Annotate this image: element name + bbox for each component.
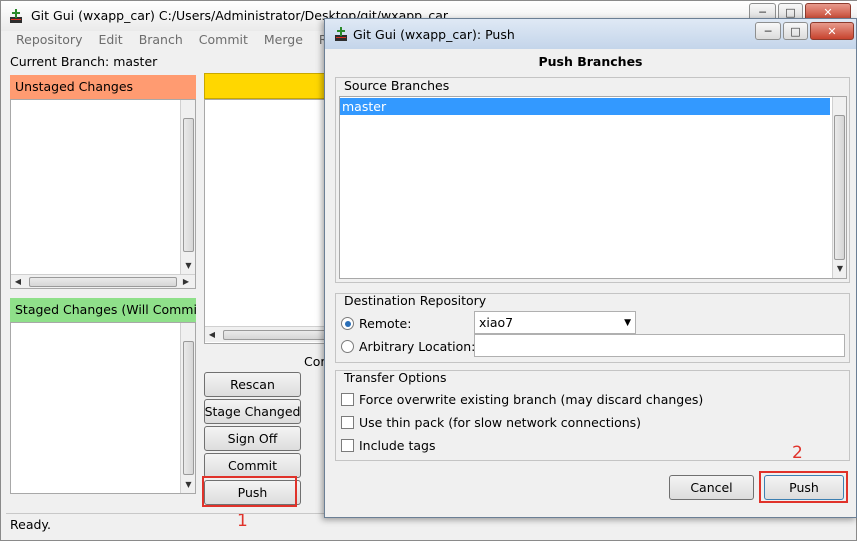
push-branches-heading: Push Branches <box>538 54 643 69</box>
staged-changes-header: Staged Changes (Will Commit) <box>10 298 196 322</box>
dropdown-arrow-icon: ▼ <box>624 317 631 328</box>
arbitrary-location-label: Arbitrary Location: <box>359 339 476 354</box>
scroll-down-arrow-icon[interactable]: ▼ <box>181 479 196 491</box>
unstaged-changes-header: Unstaged Changes <box>10 75 196 99</box>
maximize-icon: □ <box>785 5 796 19</box>
sign-off-button[interactable]: Sign Off <box>204 426 301 451</box>
maximize-icon: □ <box>790 24 801 38</box>
unstaged-vscrollbar[interactable]: ▼ <box>180 100 195 274</box>
close-icon: ✕ <box>827 24 837 38</box>
scroll-left-arrow-icon[interactable]: ◀ <box>207 329 217 341</box>
scroll-left-arrow-icon[interactable]: ◀ <box>13 276 23 288</box>
menu-commit[interactable]: Commit <box>190 32 255 50</box>
destination-repository-label: Destination Repository <box>344 293 487 308</box>
scroll-down-arrow-icon[interactable]: ▼ <box>181 260 196 272</box>
push-dialog: Git Gui (wxapp_car): Push ─ □ ✕ Push Bra… <box>324 18 857 518</box>
annotation-number-2: 2 <box>792 443 803 463</box>
cancel-button[interactable]: Cancel <box>669 475 754 500</box>
dialog-push-highlight <box>759 471 848 503</box>
menu-repository[interactable]: Repository <box>7 32 89 50</box>
unstaged-vscroll-thumb[interactable] <box>183 118 194 252</box>
remote-label: Remote: <box>359 316 412 331</box>
menu-edit[interactable]: Edit <box>89 32 129 50</box>
dialog-close-button[interactable]: ✕ <box>810 22 854 40</box>
minimize-icon: ─ <box>759 5 766 19</box>
thin-pack-label: Use thin pack (for slow network connecti… <box>359 415 642 430</box>
menu-branch[interactable]: Branch <box>130 32 190 50</box>
push-dialog-title: Git Gui (wxapp_car): Push <box>353 27 515 42</box>
dialog-maximize-button[interactable]: □ <box>783 22 808 40</box>
remote-select[interactable]: xiao7 ▼ <box>474 311 636 334</box>
commit-message-label: Cor <box>304 354 326 369</box>
commit-button[interactable]: Commit <box>204 453 301 478</box>
remote-radio[interactable] <box>341 317 354 330</box>
source-branches-list[interactable]: master ▼ <box>339 96 847 279</box>
branches-vscroll-thumb[interactable] <box>834 115 845 260</box>
arbitrary-location-radio[interactable] <box>341 340 354 353</box>
thin-pack-checkbox[interactable] <box>341 416 354 429</box>
diff-hscrollbar[interactable]: ◀ <box>205 326 333 342</box>
staged-vscrollbar[interactable]: ▼ <box>180 323 195 493</box>
diff-hscroll-thumb[interactable] <box>223 330 333 340</box>
branch-list-item[interactable]: master <box>340 98 830 115</box>
unstaged-hscroll-thumb[interactable] <box>29 277 177 287</box>
current-branch-label: Current Branch: master <box>10 54 158 69</box>
staged-changes-list[interactable]: ▼ <box>10 322 196 494</box>
branches-vscrollbar[interactable]: ▼ <box>832 97 846 278</box>
scroll-right-arrow-icon[interactable]: ▶ <box>181 276 191 288</box>
stage-changed-button[interactable]: Stage Changed <box>204 399 301 424</box>
git-gui-icon <box>9 8 23 24</box>
force-overwrite-checkbox[interactable] <box>341 393 354 406</box>
push-dialog-titlebar: Git Gui (wxapp_car): Push ─ □ ✕ <box>325 19 856 49</box>
include-tags-label: Include tags <box>359 438 436 453</box>
close-icon: ✕ <box>823 5 833 19</box>
rescan-button[interactable]: Rescan <box>204 372 301 397</box>
menu-merge[interactable]: Merge <box>255 32 310 50</box>
unstaged-changes-list[interactable]: ▼ ◀ ▶ <box>10 99 196 289</box>
dialog-minimize-button[interactable]: ─ <box>755 22 781 40</box>
diff-view[interactable]: ◀ <box>204 99 334 344</box>
remote-selected-value: xiao7 <box>479 315 514 330</box>
include-tags-checkbox[interactable] <box>341 439 354 452</box>
diff-header <box>204 73 334 99</box>
force-overwrite-label: Force overwrite existing branch (may dis… <box>359 392 704 407</box>
radio-selected-dot <box>344 320 351 327</box>
minimize-icon: ─ <box>764 24 772 38</box>
git-gui-icon <box>334 26 348 42</box>
scroll-down-arrow-icon[interactable]: ▼ <box>833 263 847 275</box>
staged-vscroll-thumb[interactable] <box>183 341 194 475</box>
transfer-options-label: Transfer Options <box>344 370 447 385</box>
unstaged-hscrollbar[interactable]: ◀ ▶ <box>11 274 195 288</box>
arbitrary-location-input[interactable] <box>474 334 845 357</box>
menu-bar: Repository Edit Branch Commit Merge Remo <box>7 32 355 50</box>
push-button-highlight <box>202 476 297 507</box>
source-branches-label: Source Branches <box>344 78 450 93</box>
